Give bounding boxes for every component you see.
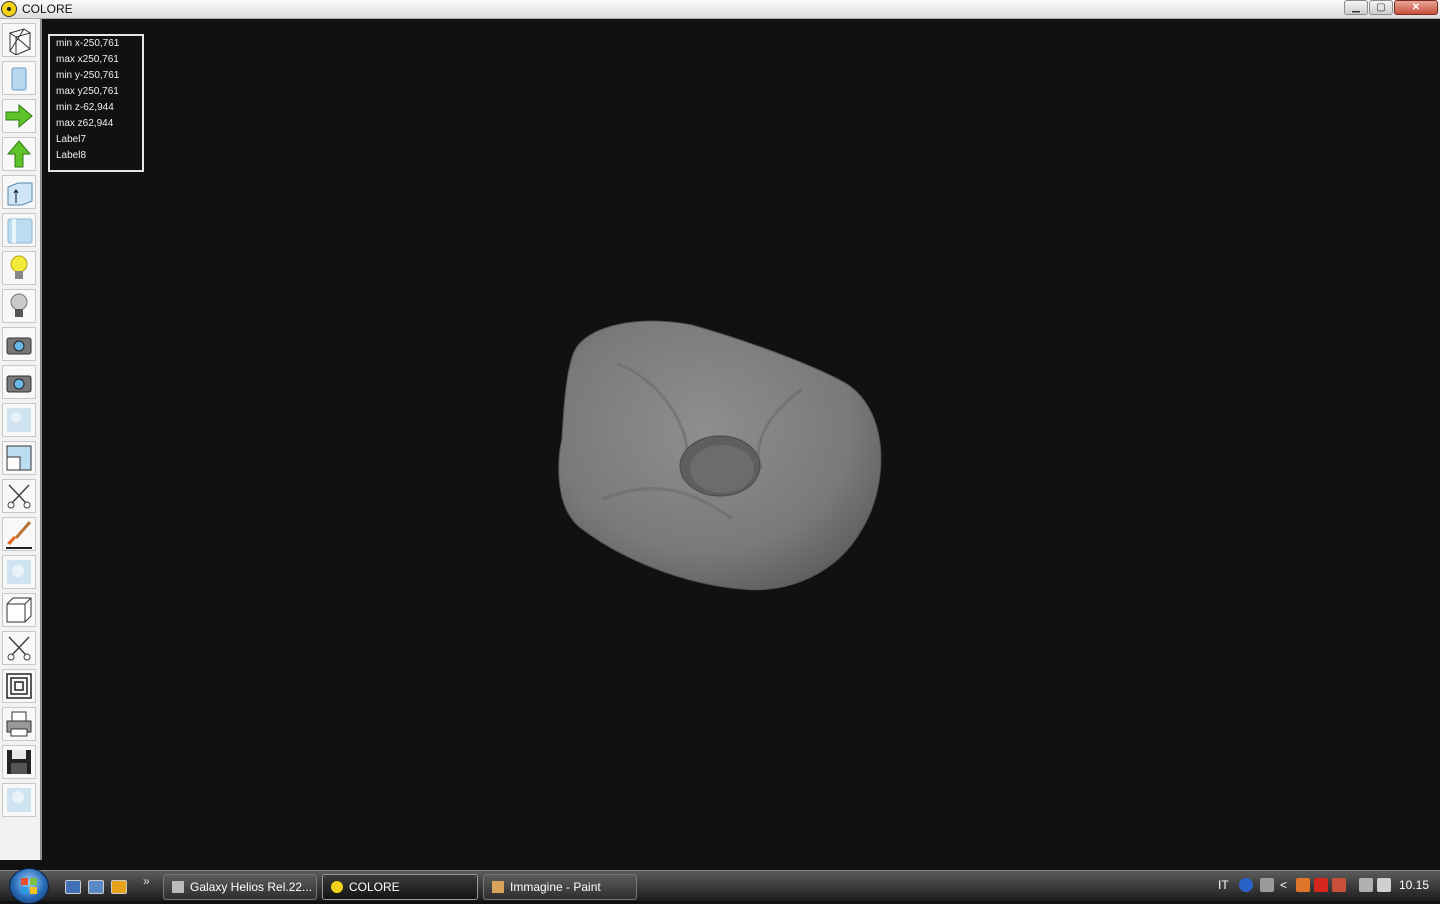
- nested-squares-icon: [6, 673, 32, 699]
- media-player-icon[interactable]: [111, 880, 127, 894]
- ati-icon[interactable]: [1314, 878, 1328, 892]
- maximize-button[interactable]: ▢: [1369, 0, 1393, 15]
- galaxy-helios-icon: [172, 881, 184, 893]
- task-label: COLORE: [349, 880, 400, 894]
- security-icon[interactable]: [1332, 878, 1346, 892]
- min-x-label: min x-250,761: [56, 38, 120, 49]
- scissors-2-icon: [7, 636, 31, 661]
- language-indicator[interactable]: IT: [1218, 878, 1229, 892]
- label7: Label7: [56, 134, 87, 145]
- paint-brush-button[interactable]: [2, 517, 36, 551]
- arrow-up-button[interactable]: [2, 137, 36, 171]
- tray-app-icon[interactable]: [1296, 878, 1310, 892]
- bounds-info-panel: min x-250,761 max x250,761 min y-250,761…: [48, 34, 144, 172]
- printer-icon: [6, 711, 32, 737]
- max-y-label: max y250,761: [56, 86, 119, 97]
- scissors-button[interactable]: [2, 479, 36, 513]
- task-label: Galaxy Helios Rel.22...: [190, 880, 313, 894]
- min-z-label: min z-62,944: [56, 102, 114, 113]
- left-toolbar: [0, 19, 42, 860]
- light-on-icon: [10, 255, 28, 279]
- cube-button[interactable]: [2, 593, 36, 627]
- window-split-icon: [6, 445, 32, 471]
- texture-2-icon: [7, 560, 31, 584]
- taskbar: » Galaxy Helios Rel.22... COLORE Immagin…: [0, 868, 1440, 904]
- minimize-button[interactable]: ▁: [1344, 0, 1368, 15]
- camera-2-button[interactable]: [2, 365, 36, 399]
- wireframe-tool-button[interactable]: [2, 23, 36, 57]
- texture-3-button[interactable]: [2, 783, 36, 817]
- start-button[interactable]: [9, 868, 49, 904]
- quicklaunch-more-chevron[interactable]: »: [143, 874, 150, 888]
- close-button[interactable]: ✕: [1394, 0, 1438, 15]
- normal-tool-icon: [7, 182, 33, 206]
- max-x-label: max x250,761: [56, 54, 119, 65]
- texture-icon: [7, 408, 31, 432]
- show-desktop-icon[interactable]: [65, 880, 81, 894]
- torus-model: [558, 320, 882, 591]
- arrow-right-icon: [5, 103, 33, 129]
- camera-icon: [6, 337, 32, 355]
- scissors-icon: [7, 484, 31, 509]
- solid-view-button[interactable]: [2, 61, 36, 95]
- camera-2-icon: [6, 375, 32, 393]
- network-icon[interactable]: [1260, 878, 1274, 892]
- paint-brush-icon: [6, 521, 32, 549]
- min-y-label: min y-250,761: [56, 70, 120, 81]
- cylinder-button[interactable]: [2, 213, 36, 247]
- radiation-icon: [331, 881, 343, 893]
- wireframe-tool-icon: [8, 28, 32, 55]
- task-colore[interactable]: COLORE: [322, 874, 478, 900]
- save-disk-icon: [7, 750, 31, 774]
- texture-2-button[interactable]: [2, 555, 36, 589]
- arrow-right-button[interactable]: [2, 99, 36, 133]
- switch-windows-icon[interactable]: [88, 880, 104, 894]
- max-z-label: max z62,944: [56, 118, 114, 129]
- monitor-icon[interactable]: [1359, 878, 1373, 892]
- arrow-up-icon: [6, 140, 32, 168]
- solid-view-icon: [11, 67, 27, 91]
- radiation-app-icon: [1, 1, 17, 17]
- save-disk-button[interactable]: [2, 745, 36, 779]
- window-title: COLORE: [22, 2, 73, 16]
- texture-3-icon: [7, 788, 31, 812]
- nested-squares-button[interactable]: [2, 669, 36, 703]
- help-icon[interactable]: [1239, 878, 1253, 892]
- light-on-button[interactable]: [2, 251, 36, 285]
- cube-icon: [6, 597, 32, 623]
- normal-tool-button[interactable]: [2, 175, 36, 209]
- label8: Label8: [56, 150, 87, 161]
- light-off-icon: [10, 293, 28, 317]
- tray-expand-arrow[interactable]: <: [1280, 878, 1287, 892]
- task-paint[interactable]: Immagine - Paint: [483, 874, 637, 900]
- task-galaxy-helios[interactable]: Galaxy Helios Rel.22...: [163, 874, 317, 900]
- window-split-button[interactable]: [2, 441, 36, 475]
- task-label: Immagine - Paint: [510, 880, 601, 894]
- printer-button[interactable]: [2, 707, 36, 741]
- camera-button[interactable]: [2, 327, 36, 361]
- 3d-viewport[interactable]: [42, 19, 1440, 870]
- texture-button[interactable]: [2, 403, 36, 437]
- scissors-2-button[interactable]: [2, 631, 36, 665]
- clock[interactable]: 10.15: [1399, 878, 1429, 892]
- paint-icon: [492, 881, 504, 893]
- cylinder-icon: [7, 218, 33, 244]
- light-off-button[interactable]: [2, 289, 36, 323]
- title-bar: COLORE ▁ ▢ ✕: [0, 0, 1440, 19]
- volume-icon[interactable]: [1377, 878, 1391, 892]
